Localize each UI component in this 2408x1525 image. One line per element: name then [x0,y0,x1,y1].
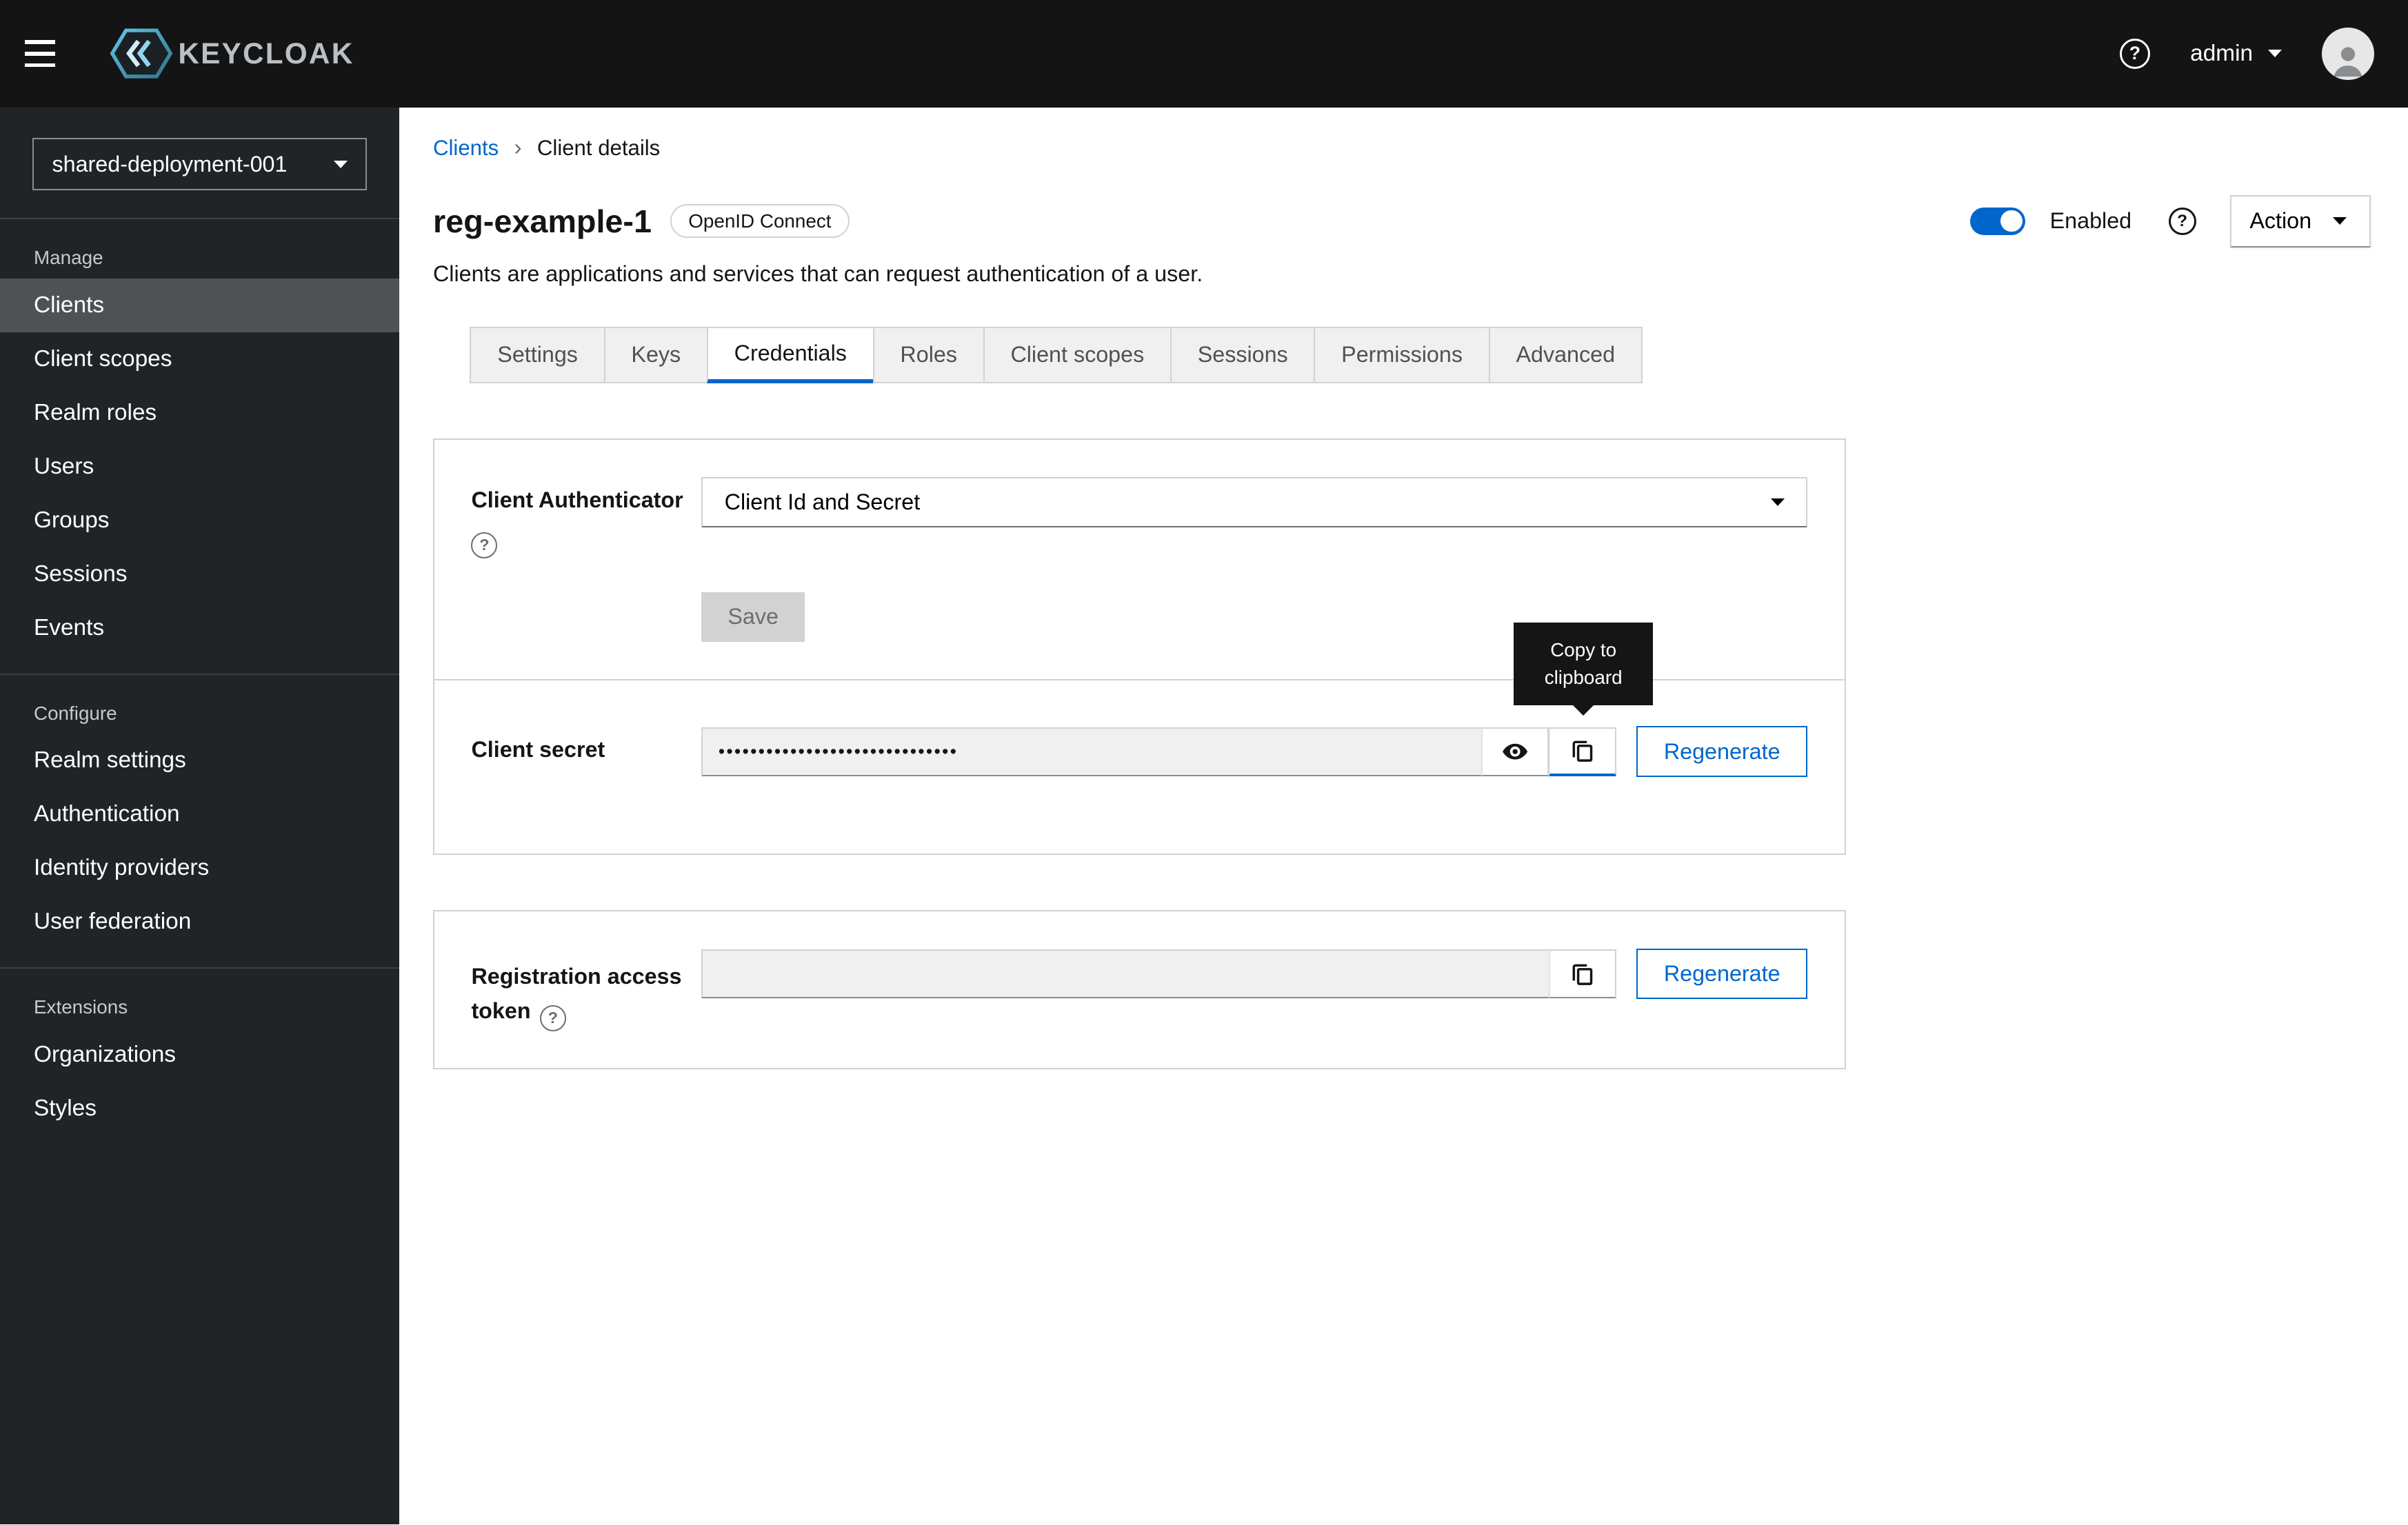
eye-icon [1501,737,1529,766]
brand-wordmark: KEYCLOAK [178,37,354,70]
realm-name: shared-deployment-001 [52,152,287,177]
chevron-down-icon [2333,217,2347,225]
sidebar-item-clients[interactable]: Clients [0,279,399,332]
tab-advanced[interactable]: Advanced [1489,327,1643,383]
tab-roles[interactable]: Roles [873,327,985,383]
page-subtitle: Clients are applications and services th… [433,261,2371,287]
keycloak-logo[interactable]: KEYCLOAK [108,23,354,84]
nav-section-configure: Configure Realm settings Authentication … [0,674,399,967]
chevron-down-icon [334,161,348,168]
nav-section-manage: Manage Clients Client scopes Realm roles… [0,218,399,674]
client-secret-input-group: Copy to clipboard [701,727,1616,776]
avatar[interactable] [2322,28,2374,80]
client-authenticator-label: Client Authenticator [471,477,701,514]
breadcrumb-clients-link[interactable]: Clients [433,136,499,161]
tab-client-scopes[interactable]: Client scopes [983,327,1172,383]
copy-tooltip: Copy to clipboard [1514,623,1654,706]
hamburger-icon [25,40,56,44]
tab-settings[interactable]: Settings [470,327,605,383]
enabled-help-icon[interactable]: ? [2169,208,2196,235]
action-dropdown[interactable]: Action [2230,195,2371,248]
tab-keys[interactable]: Keys [604,327,708,383]
copy-secret-button[interactable] [1549,727,1616,776]
save-button[interactable]: Save [701,592,804,643]
sidebar-item-authentication[interactable]: Authentication [0,787,399,841]
global-help-icon[interactable]: ? [2120,39,2151,70]
user-icon [2328,40,2368,80]
sidebar-toggle-button[interactable] [25,26,80,81]
show-secret-button[interactable] [1481,727,1549,776]
topbar: KEYCLOAK ? admin [0,0,2408,108]
sidebar-item-user-federation[interactable]: User federation [0,895,399,949]
regenerate-token-button[interactable]: Regenerate [1636,949,1807,999]
sidebar-item-client-scopes[interactable]: Client scopes [0,332,399,386]
sidebar-item-styles[interactable]: Styles [0,1082,399,1135]
keycloak-logo-icon [108,23,175,84]
tab-credentials[interactable]: Credentials [707,327,874,383]
registration-token-label: Registration access token? [471,949,701,1031]
regenerate-secret-button[interactable]: Regenerate [1636,726,1807,776]
page-title: reg-example-1 [433,203,652,240]
enabled-toggle[interactable] [1970,208,2025,235]
protocol-badge: OpenID Connect [670,204,850,238]
copy-icon [1569,961,1596,987]
nav-section-title: Configure [0,690,399,734]
copy-token-button[interactable] [1549,949,1616,998]
sidebar-item-groups[interactable]: Groups [0,494,399,547]
registration-token-input-group [701,949,1616,998]
realm-selector[interactable]: shared-deployment-001 [32,138,367,190]
enabled-label: Enabled [2050,208,2131,234]
registration-token-card: Registration access token? [433,910,1846,1069]
chevron-right-icon: › [514,135,522,161]
nav-section-extensions: Extensions Organizations Styles [0,967,399,1153]
username: admin [2190,41,2253,67]
main-content: Clients › Client details reg-example-1 O… [399,108,2408,1525]
chevron-down-icon [2268,50,2282,57]
sidebar-item-organizations[interactable]: Organizations [0,1028,399,1082]
client-secret-input[interactable] [701,727,1481,776]
sidebar-item-events[interactable]: Events [0,601,399,655]
user-menu-button[interactable]: admin [2190,41,2282,67]
client-authenticator-help-icon[interactable]: ? [471,532,497,558]
keycloak-admin-console: KEYCLOAK ? admin shared-deployment-001 [0,0,2408,1524]
tab-sessions[interactable]: Sessions [1170,327,1316,383]
tab-permissions[interactable]: Permissions [1314,327,1490,383]
sidebar-item-realm-roles[interactable]: Realm roles [0,386,399,440]
client-secret-label: Client secret [471,726,701,762]
sidebar-item-identity-providers[interactable]: Identity providers [0,841,399,895]
nav-section-title: Extensions [0,984,399,1027]
sidebar: shared-deployment-001 Manage Clients Cli… [0,108,399,1525]
sidebar-item-sessions[interactable]: Sessions [0,547,399,601]
credentials-card: Client Authenticator ? Client Id and Sec… [433,438,1846,855]
nav-section-title: Manage [0,234,399,278]
sidebar-item-realm-settings[interactable]: Realm settings [0,734,399,787]
chevron-down-icon [1771,498,1785,506]
sidebar-item-users[interactable]: Users [0,440,399,494]
copy-icon [1569,738,1596,764]
registration-token-help-icon[interactable]: ? [540,1005,566,1031]
registration-token-input[interactable] [701,949,1549,998]
client-authenticator-select[interactable]: Client Id and Secret [701,477,1807,527]
breadcrumb-current: Client details [537,136,660,161]
breadcrumb: Clients › Client details [433,135,2371,161]
tab-bar: Settings Keys Credentials Roles Client s… [470,327,2371,383]
